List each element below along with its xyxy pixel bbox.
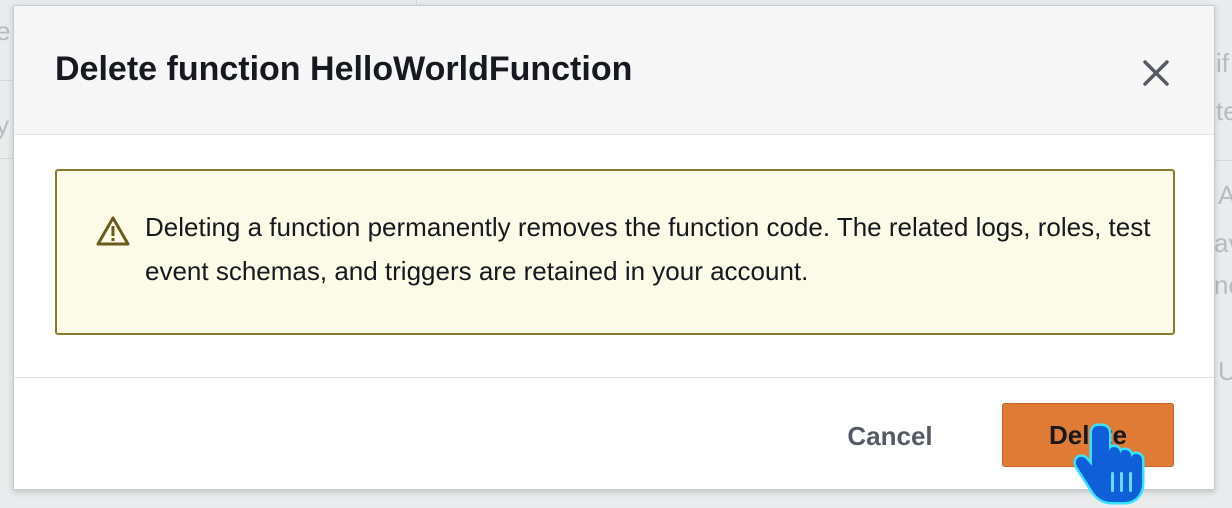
background-text: av (1214, 228, 1232, 258)
background-text: A (1218, 180, 1232, 210)
dialog-header: Delete function HelloWorldFunction (14, 6, 1214, 135)
alert-message: Deleting a function permanently removes … (145, 212, 1151, 286)
close-icon (1143, 60, 1169, 86)
background-text: if (1216, 48, 1229, 78)
delete-function-dialog: Delete function HelloWorldFunction Delet… (13, 5, 1215, 490)
warning-icon (96, 216, 130, 246)
background-divider (0, 158, 13, 159)
background-text: U (1218, 356, 1232, 386)
cancel-button[interactable]: Cancel (830, 408, 950, 464)
background-text: e (0, 16, 11, 46)
background-text: y (0, 110, 9, 140)
close-button[interactable] (1136, 53, 1176, 93)
dialog-title: Delete function HelloWorldFunction (55, 50, 633, 88)
warning-alert: Deleting a function permanently removes … (55, 169, 1175, 335)
background-text: no (1214, 270, 1232, 300)
background-text: te (1216, 96, 1232, 126)
delete-button[interactable]: Delete (1002, 403, 1174, 467)
dialog-footer: Cancel Delete (14, 377, 1214, 489)
background-divider (0, 80, 13, 81)
background-divider (1215, 160, 1232, 161)
